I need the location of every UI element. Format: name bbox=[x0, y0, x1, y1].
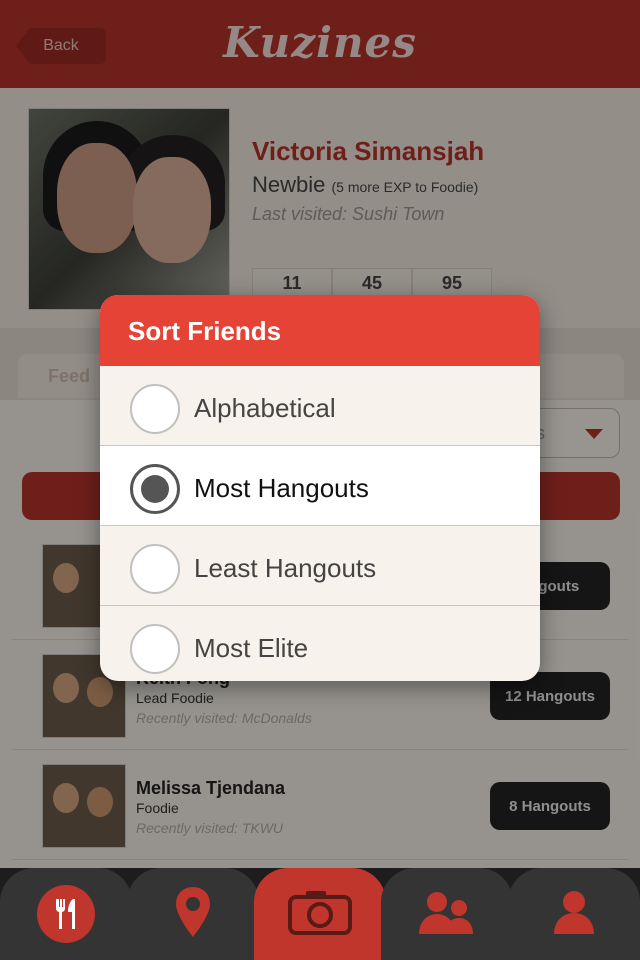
sort-friends-modal: Sort Friends Alphabetical Most Hangouts … bbox=[100, 295, 540, 681]
option-label: Least Hangouts bbox=[194, 553, 377, 583]
option-label: Most Elite bbox=[194, 633, 309, 663]
tab-camera[interactable] bbox=[254, 868, 386, 960]
tab-friends-nav[interactable] bbox=[381, 868, 513, 960]
radio-button-selected[interactable] bbox=[130, 464, 180, 514]
bottom-tab-bar bbox=[0, 868, 640, 960]
restaurant-icon bbox=[37, 885, 95, 943]
tab-profile[interactable] bbox=[508, 868, 640, 960]
tab-restaurants[interactable] bbox=[0, 868, 132, 960]
tab-places[interactable] bbox=[127, 868, 259, 960]
sort-option-most-hangouts[interactable]: Most Hangouts bbox=[100, 446, 540, 526]
location-pin-icon bbox=[173, 885, 213, 944]
camera-icon bbox=[288, 889, 352, 940]
radio-button[interactable] bbox=[130, 624, 180, 674]
radio-button[interactable] bbox=[130, 384, 180, 434]
option-label: Most Hangouts bbox=[194, 473, 369, 503]
profile-icon bbox=[552, 888, 596, 941]
friends-icon bbox=[415, 888, 479, 941]
radio-button[interactable] bbox=[130, 544, 180, 594]
sort-option-most-elite[interactable]: Most Elite bbox=[100, 606, 540, 680]
modal-title: Sort Friends bbox=[100, 295, 540, 366]
sort-option-least-hangouts[interactable]: Least Hangouts bbox=[100, 526, 540, 606]
option-label: Alphabetical bbox=[194, 393, 336, 423]
sort-option-alphabetical[interactable]: Alphabetical bbox=[100, 366, 540, 446]
